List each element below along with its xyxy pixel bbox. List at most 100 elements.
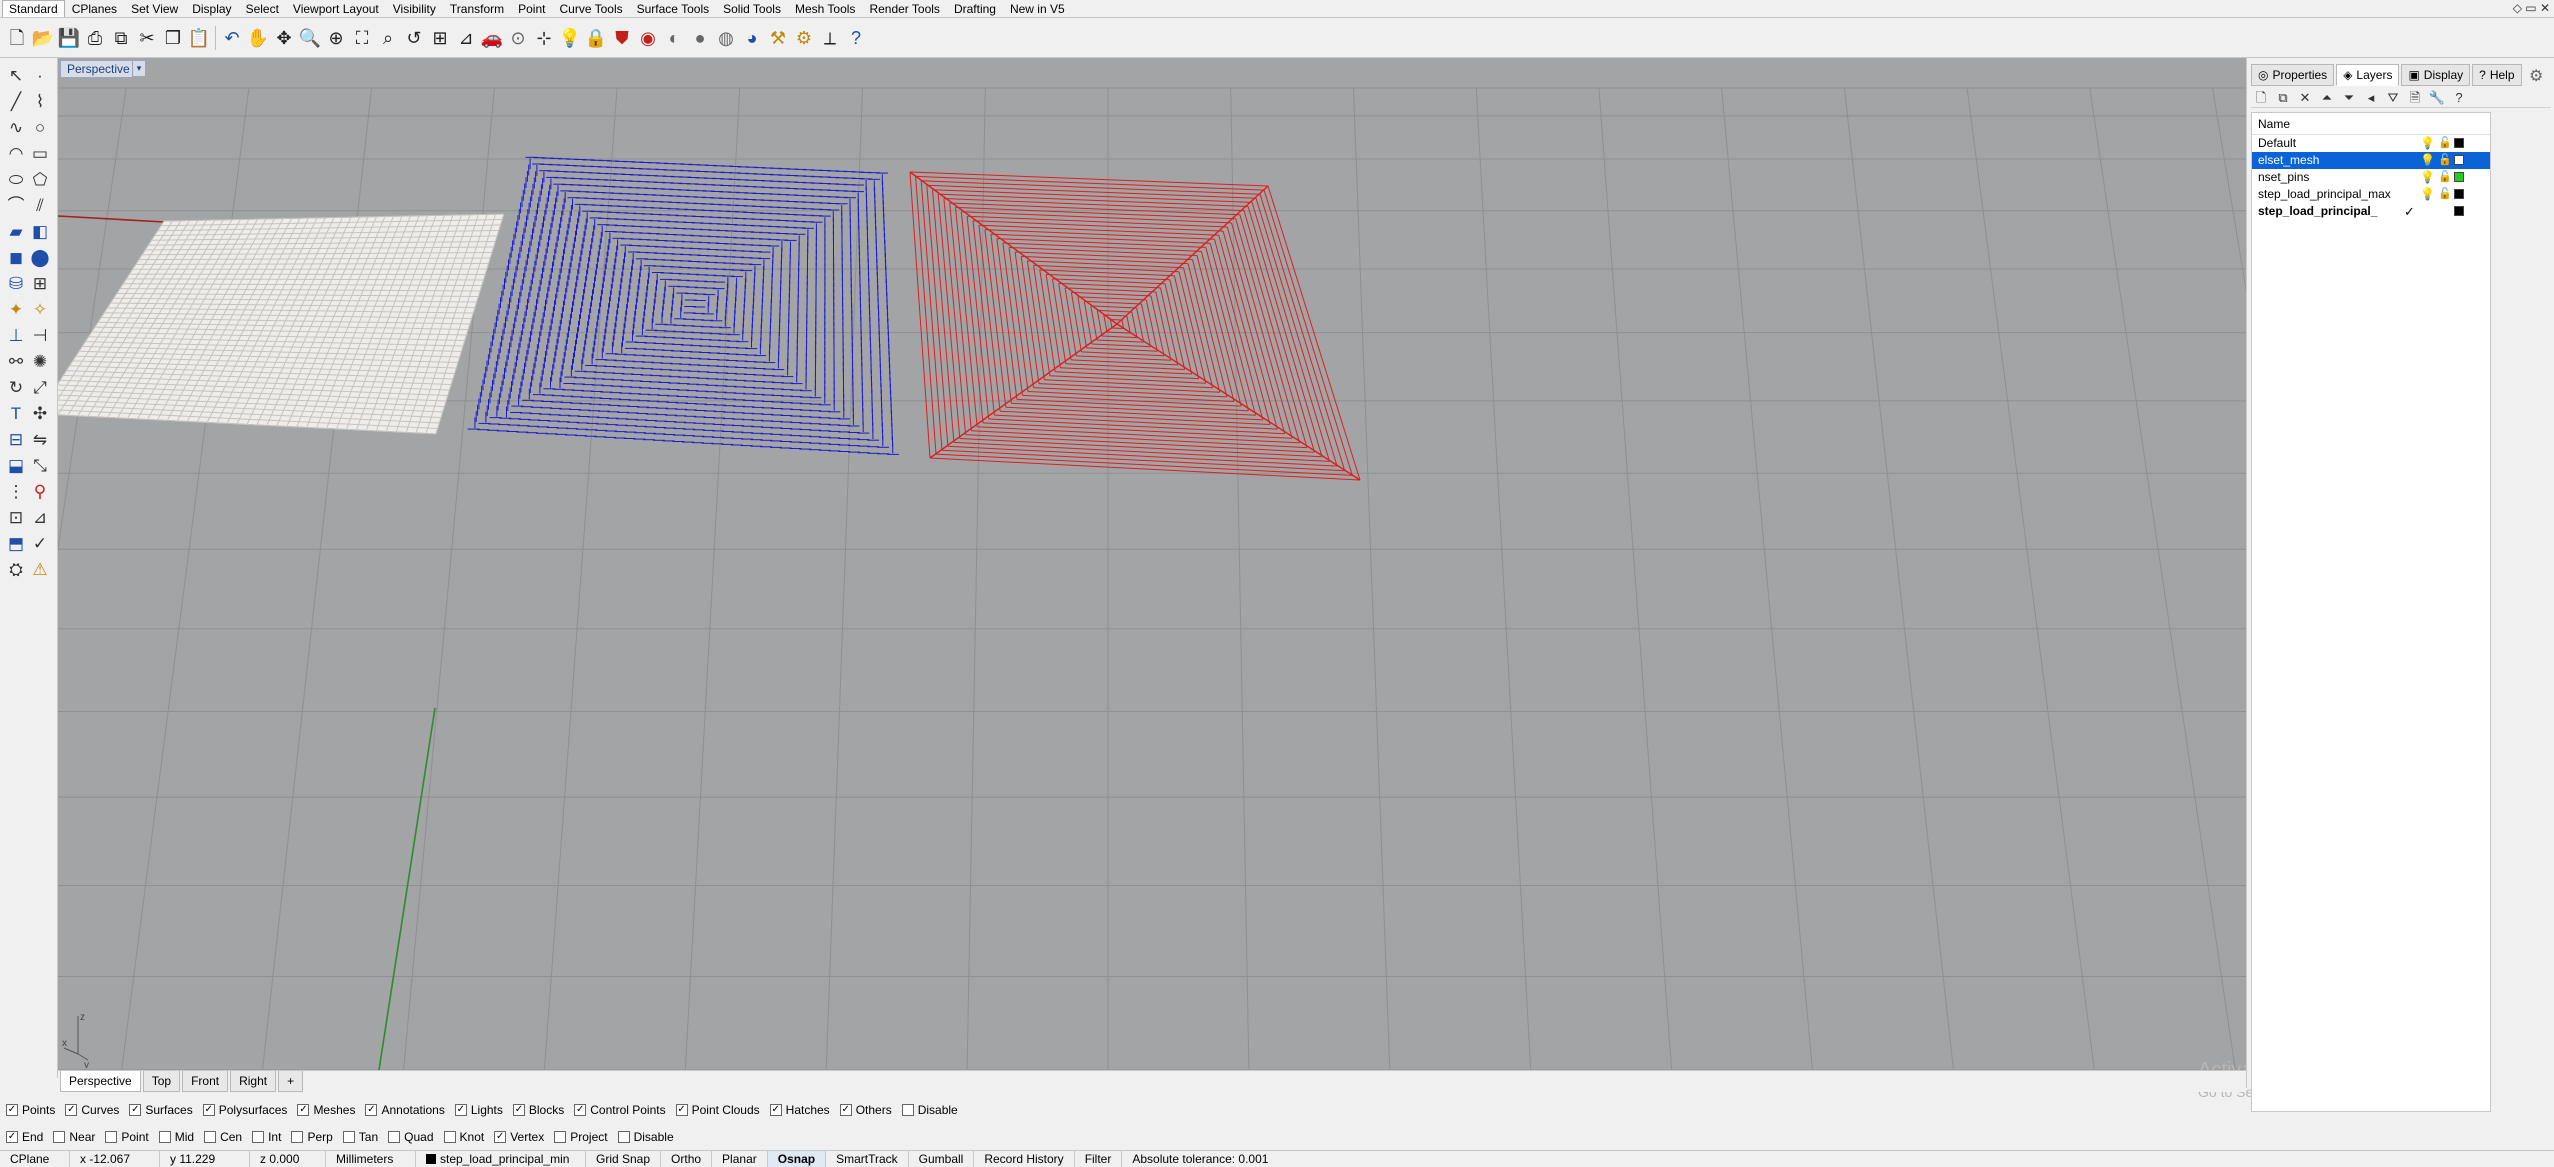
- checkbox-box[interactable]: [105, 1131, 118, 1143]
- checkbox-box[interactable]: [901, 1104, 914, 1116]
- checkbox-box[interactable]: [342, 1131, 355, 1143]
- toolbar-tab[interactable]: CPlanes: [65, 0, 124, 17]
- filter-checkbox[interactable]: ✓ Points: [6, 1103, 55, 1117]
- layer-color-swatch[interactable]: [2454, 206, 2464, 216]
- pin-icon[interactable]: ⚲: [27, 478, 53, 504]
- viewport-tab[interactable]: Front: [182, 1071, 229, 1092]
- filter-checkbox[interactable]: ✓ Hatches: [769, 1103, 830, 1117]
- checkbox-box[interactable]: [204, 1131, 217, 1143]
- viewport-title[interactable]: Perspective: [60, 60, 137, 78]
- zoom-window-icon[interactable]: ⊕: [323, 25, 349, 51]
- light-bulb-icon[interactable]: 💡: [557, 25, 583, 51]
- surface-icon[interactable]: ▰: [3, 218, 29, 244]
- wireframe-sphere-icon[interactable]: ◐: [661, 25, 687, 51]
- sphere-icon[interactable]: ⬤: [27, 244, 53, 270]
- cap-icon[interactable]: ⊥: [3, 322, 29, 348]
- layout-icon[interactable]: ⬒: [3, 530, 29, 556]
- filter-checkbox[interactable]: ✓ Blocks: [512, 1103, 564, 1117]
- render-sphere-icon[interactable]: ◕: [739, 25, 765, 51]
- mirror-icon[interactable]: ⇋: [27, 426, 53, 452]
- filter-checkbox[interactable]: ✓ Curves: [65, 1103, 119, 1117]
- unlock-icon[interactable]: 🔓: [2438, 186, 2452, 203]
- layer-color-swatch[interactable]: [2454, 172, 2464, 182]
- layer-row[interactable]: nset_pins 💡 🔓: [2252, 169, 2490, 186]
- filter-checkbox[interactable]: ✓ Meshes: [297, 1103, 355, 1117]
- undo-icon[interactable]: ↶: [219, 25, 245, 51]
- light-bulb-icon[interactable]: 💡: [2420, 135, 2435, 152]
- toolbar-tab[interactable]: Transform: [443, 0, 511, 17]
- viewport-tab[interactable]: Right: [230, 1071, 277, 1092]
- checkbox-box[interactable]: ✓: [512, 1104, 525, 1116]
- gumball-toggle[interactable]: Gumball: [909, 1150, 975, 1167]
- polygon-icon[interactable]: ⬠: [27, 166, 53, 192]
- copy-icon[interactable]: ❐: [160, 25, 186, 51]
- panel-tab[interactable]: ? Help: [2472, 64, 2522, 86]
- array-icon[interactable]: ⊟: [3, 426, 29, 452]
- layer-row[interactable]: step_load_principal_max 💡 🔓: [2252, 186, 2490, 203]
- measure-icon[interactable]: ⊿: [27, 504, 53, 530]
- checkbox-box[interactable]: ✓: [574, 1104, 587, 1116]
- open-file-icon[interactable]: 📂: [30, 25, 56, 51]
- light-bulb-icon[interactable]: 💡: [2420, 169, 2435, 186]
- cplane-icon[interactable]: ⊿: [453, 25, 479, 51]
- checkbox-box[interactable]: ✓: [129, 1104, 142, 1116]
- panel-tab[interactable]: ◎ Properties: [2251, 64, 2335, 86]
- options-gear-icon[interactable]: ⚙: [791, 25, 817, 51]
- trim-icon[interactable]: ⊣: [27, 322, 53, 348]
- viewport-menu-chevron-icon[interactable]: ▾: [132, 60, 146, 77]
- cylinder-icon[interactable]: ⛁: [3, 270, 29, 296]
- filter-checkbox[interactable]: Perp: [291, 1130, 333, 1144]
- tools-icon[interactable]: 🔧: [2427, 89, 2447, 107]
- light-bulb-icon[interactable]: 💡: [2420, 186, 2435, 203]
- collapse-icon[interactable]: ◂: [2361, 89, 2381, 107]
- panel-tab[interactable]: ▣ Display: [2401, 64, 2471, 86]
- viewport-tab[interactable]: Top: [142, 1071, 181, 1092]
- filter-icon[interactable]: ⛛: [2383, 89, 2403, 107]
- pan-icon[interactable]: ✋: [245, 25, 271, 51]
- layer-color-swatch[interactable]: [2454, 189, 2464, 199]
- toolbar-tab[interactable]: Mesh Tools: [788, 0, 862, 17]
- undo-view-icon[interactable]: ↺: [401, 25, 427, 51]
- toolbar-tab[interactable]: New in V5: [1003, 0, 1072, 17]
- toolbar-tab[interactable]: Visibility: [386, 0, 443, 17]
- move-down-icon[interactable]: ⏷: [2339, 89, 2359, 107]
- units-status[interactable]: Millimeters: [326, 1150, 416, 1167]
- checkbox-box[interactable]: ✓: [297, 1104, 310, 1116]
- unlock-icon[interactable]: 🔓: [2438, 169, 2452, 186]
- move-up-icon[interactable]: ⏶: [2317, 89, 2337, 107]
- checkbox-box[interactable]: [53, 1131, 66, 1143]
- toolbar-tab[interactable]: Point: [511, 0, 552, 17]
- checkbox-box[interactable]: ✓: [769, 1104, 782, 1116]
- checkbox-box[interactable]: [554, 1131, 567, 1143]
- record-history-toggle[interactable]: Record History: [974, 1150, 1075, 1167]
- render-icon[interactable]: ⛭: [3, 556, 29, 582]
- osnap-toggle[interactable]: Osnap: [767, 1150, 827, 1167]
- layer-row[interactable]: elset_mesh 💡 🔓: [2252, 152, 2490, 169]
- dimension-icon[interactable]: ⟂: [817, 25, 843, 51]
- check-icon[interactable]: ✓: [27, 530, 53, 556]
- filter-checkbox[interactable]: Near: [53, 1130, 95, 1144]
- ortho-toggle[interactable]: Ortho: [661, 1150, 713, 1167]
- split-icon[interactable]: ✧: [27, 296, 53, 322]
- filter-checkbox[interactable]: Disable: [901, 1103, 958, 1117]
- explode-icon[interactable]: ✺: [27, 348, 53, 374]
- toolbar-tab[interactable]: Surface Tools: [630, 0, 717, 17]
- render-tools-icon[interactable]: ⚒: [765, 25, 791, 51]
- unlock-icon[interactable]: 🔓: [2438, 152, 2452, 169]
- select-icon[interactable]: ⊙: [505, 25, 531, 51]
- zoom-icon[interactable]: 🔍: [297, 25, 323, 51]
- layer-name-header[interactable]: Name: [2252, 113, 2490, 135]
- toolbar-tab[interactable]: Viewport Layout: [286, 0, 386, 17]
- grid-icon[interactable]: ⋮: [3, 478, 29, 504]
- fillet-icon[interactable]: ⌒: [3, 192, 29, 218]
- delete-layer-icon[interactable]: ✕: [2295, 89, 2315, 107]
- dimension-tool-icon[interactable]: ⬓: [3, 452, 29, 478]
- filter-toggle[interactable]: Filter: [1075, 1150, 1123, 1167]
- grid-snap-toggle[interactable]: Grid Snap: [586, 1150, 662, 1167]
- offset-icon[interactable]: ⫽: [27, 192, 53, 218]
- four-views-icon[interactable]: ⊞: [427, 25, 453, 51]
- rotate-view-icon[interactable]: ✥: [271, 25, 297, 51]
- window-controls[interactable]: ◇ ▭ ✕: [2513, 1, 2550, 15]
- print-icon[interactable]: ⎙: [82, 25, 108, 51]
- filter-checkbox[interactable]: ✓ Others: [839, 1103, 892, 1117]
